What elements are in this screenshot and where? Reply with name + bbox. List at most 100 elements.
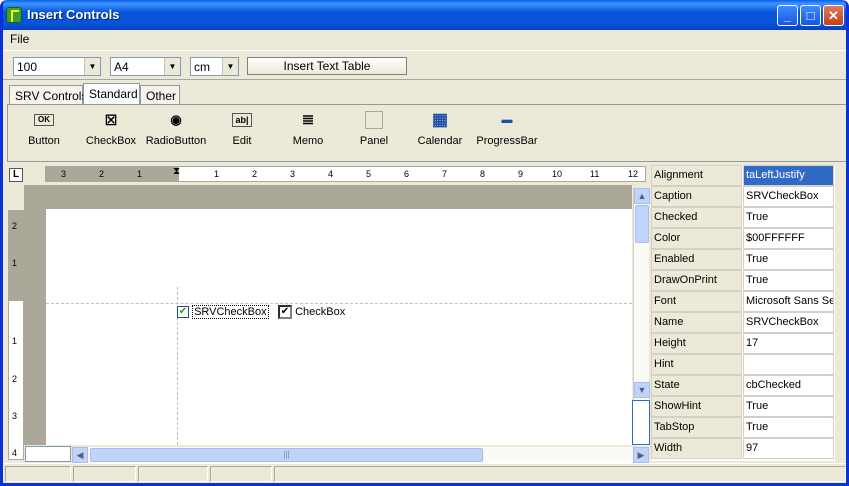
palette-button[interactable]: OK Button [23,111,65,147]
property-value[interactable]: cbChecked [743,375,834,396]
property-row[interactable]: Width 97 [651,438,835,459]
palette-label: Calendar [417,135,463,147]
palette-checkbox[interactable]: ☒ CheckBox [84,111,138,147]
scroll-up-icon[interactable]: ▲ [634,188,650,204]
palette-memo[interactable]: ≣ Memo [290,111,326,147]
ruler-number: 10 [552,169,563,179]
edit-icon: ab| [232,113,252,127]
scroll-right-icon[interactable]: ▶ [633,447,649,463]
property-name: Hint [651,354,742,375]
ruler-number: 2 [12,374,18,384]
property-row[interactable]: Name SRVCheckBox [651,312,835,333]
property-value[interactable]: $00FFFFFF [743,228,834,249]
property-row[interactable]: State cbChecked [651,375,835,396]
progressbar-icon: ▬ [501,114,513,126]
ruler-number: 1 [137,169,143,179]
srv-checkbox-control[interactable]: ✔ SRVCheckBox [177,305,269,319]
ruler-number: 6 [404,169,410,179]
checkbox-check-icon: ✔ [278,305,292,319]
property-value[interactable]: 97 [743,438,834,459]
horizontal-ruler[interactable]: 3 2 1 1 2 3 4 5 6 7 8 9 10 11 12 ⧗ [45,166,646,182]
palette-calendar[interactable]: ▦ Calendar [416,110,464,148]
property-row[interactable]: ShowHint True [651,396,835,417]
palette-edit[interactable]: ab| Edit [224,111,260,147]
palette-panel[interactable]: Panel [356,111,392,147]
scroll-down-icon[interactable]: ▼ [634,382,650,398]
calendar-icon: ▦ [431,110,449,129]
palette-label: ProgressBar [476,135,538,147]
tab-stop-selector[interactable]: L [9,168,23,182]
property-row[interactable]: Color $00FFFFFF [651,228,835,249]
menu-file[interactable]: File [10,32,29,46]
palette-label: CheckBox [85,135,137,147]
property-row[interactable]: Caption SRVCheckBox [651,186,835,207]
margin-guide [46,303,632,304]
toolbar: 100 ▼ A4 ▼ cm ▼ Insert Text Table [3,50,846,80]
ruler-number: 2 [12,221,18,231]
property-row[interactable]: FontMicrosoft Sans Serif [651,291,835,312]
chevron-down-icon[interactable]: ▼ [84,58,100,75]
palette-progressbar[interactable]: ▬ ProgressBar [475,111,539,147]
ruler-number: 2 [99,169,105,179]
property-row[interactable]: Hint [651,354,835,375]
property-value[interactable]: 17 [743,333,834,354]
srv-checkbox-label: SRVCheckBox [192,305,269,319]
status-pane [274,466,846,482]
property-name: Color [651,228,742,249]
checkbox-control[interactable]: ✔ CheckBox [278,305,345,319]
property-value[interactable]: Microsoft Sans Serif [743,291,834,312]
property-value[interactable]: SRVCheckBox [743,312,834,333]
scroll-thumb[interactable] [635,205,649,243]
vertical-ruler[interactable]: 2 1 1 2 3 4 [8,210,24,460]
property-inspector: Alignment taLeftJustify Caption SRVCheckBo… [651,165,835,461]
property-row[interactable]: Enabled True [651,249,835,270]
tab-srv-controls[interactable]: SRV Controls [9,85,87,105]
ruler-number: 1 [12,336,18,346]
chevron-down-icon[interactable]: ▼ [164,58,180,75]
zoom-combo[interactable]: 100 ▼ [13,57,101,76]
property-value[interactable]: True [743,249,834,270]
title-bar[interactable]: Insert Controls _ □ ✕ [3,0,846,30]
tab-other[interactable]: Other [140,85,180,105]
scroll-left-icon[interactable]: ◀ [72,447,88,463]
maximize-button[interactable]: □ [800,5,821,26]
property-row[interactable]: TabStop True [651,417,835,438]
property-value[interactable]: SRVCheckBox [743,186,834,207]
paper-value: A4 [114,60,129,74]
unit-combo[interactable]: cm ▼ [190,57,239,76]
insert-text-table-button[interactable]: Insert Text Table [247,57,407,75]
zoom-value: 100 [17,60,38,74]
property-value[interactable]: True [743,270,834,291]
property-row[interactable]: Alignment taLeftJustify [651,165,835,186]
property-name: Enabled [651,249,742,270]
close-button[interactable]: ✕ [823,5,844,26]
property-name: Width [651,438,742,459]
property-value[interactable]: True [743,417,834,438]
palette-label: Memo [292,135,324,147]
tab-standard[interactable]: Standard [83,83,140,105]
ruler-number: 8 [480,169,486,179]
property-row[interactable]: Checked True [651,207,835,228]
minimize-button[interactable]: _ [777,5,798,26]
memo-icon: ≣ [301,111,315,128]
button-icon: OK [34,114,54,126]
property-name: Caption [651,186,742,207]
palette-radiobutton[interactable]: ◉ RadioButton [144,111,208,147]
paper-combo[interactable]: A4 ▼ [110,57,181,76]
chevron-down-icon[interactable]: ▼ [222,58,238,75]
scroll-thumb[interactable]: ||| [90,448,483,462]
property-value[interactable] [743,354,834,375]
horizontal-scrollbar[interactable]: ◀ ||| ▶ [72,447,649,463]
unit-value: cm [194,60,210,74]
property-value[interactable]: taLeftJustify [743,165,834,186]
vertical-scrollbar[interactable]: ▲ ▼ [632,188,650,446]
document-page[interactable]: ✔ SRVCheckBox ✔ CheckBox [46,209,632,445]
property-row[interactable]: Height 17 [651,333,835,354]
property-value[interactable]: True [743,207,834,228]
property-name: Name [651,312,742,333]
property-name: Checked [651,207,742,228]
indent-marker-icon[interactable]: ⧗ [173,167,180,177]
property-value[interactable]: True [743,396,834,417]
property-row[interactable]: DrawOnPrint True [651,270,835,291]
app-icon [6,7,22,23]
